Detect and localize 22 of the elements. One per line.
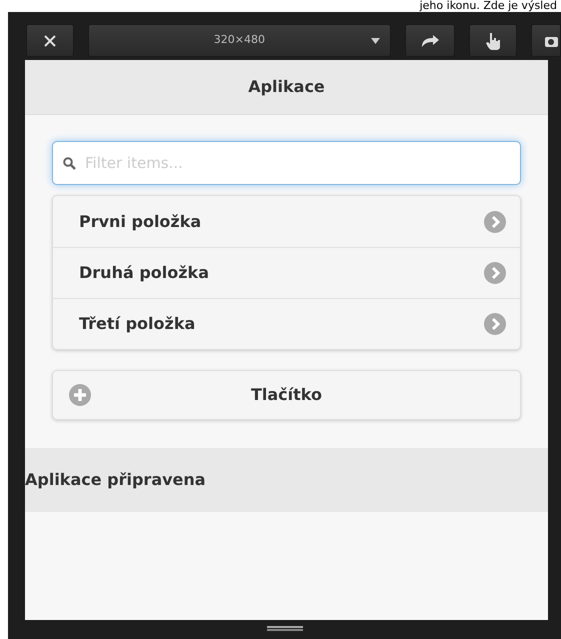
rotate-button[interactable] <box>405 24 455 57</box>
chevron-right-icon <box>484 210 506 232</box>
list-item[interactable]: Třetí položka <box>53 298 520 349</box>
close-button[interactable] <box>26 24 74 57</box>
chevron-right-icon <box>484 262 506 284</box>
caret-icon <box>371 38 380 44</box>
chevron-right-icon <box>484 313 506 335</box>
caption-text: jeho ikonu. Zde je výsled <box>420 0 557 12</box>
resize-handle-icon <box>266 626 302 631</box>
header-title: Aplikace <box>248 76 325 98</box>
close-icon <box>42 34 57 48</box>
size-dropdown[interactable]: 320×480 <box>88 24 392 57</box>
camera-button[interactable] <box>531 24 561 57</box>
footer-text: Aplikace připravena <box>25 469 206 491</box>
list-item[interactable]: Prvni položka <box>53 196 520 247</box>
add-button[interactable]: Tlačítko <box>52 370 521 420</box>
touch-button[interactable] <box>468 24 518 57</box>
plus-icon <box>69 384 91 406</box>
search-icon <box>63 157 76 170</box>
hand-icon <box>485 32 502 50</box>
rotate-icon <box>420 34 440 48</box>
list-item[interactable]: Druhá položka <box>53 247 520 298</box>
